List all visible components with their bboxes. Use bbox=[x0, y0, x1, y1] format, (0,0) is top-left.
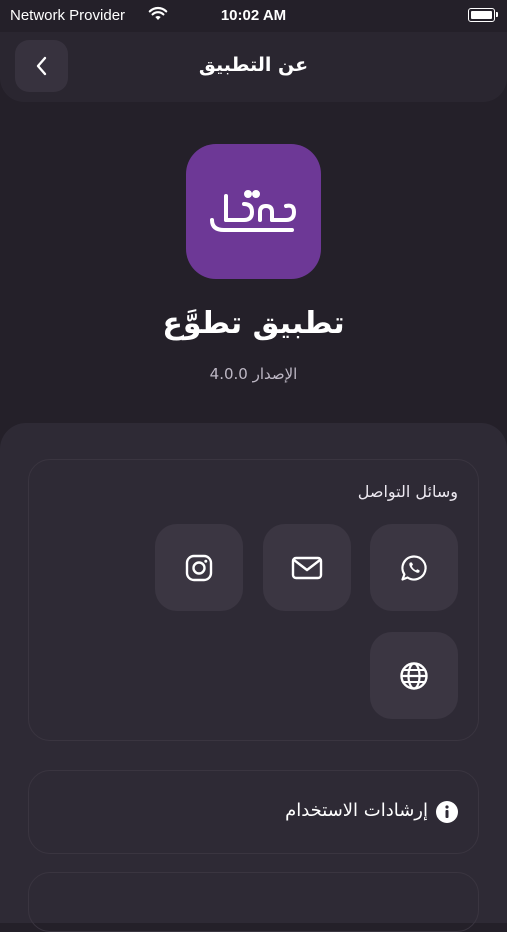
email-icon bbox=[291, 556, 323, 579]
app-name: تطبيق تطوَّع bbox=[162, 306, 345, 341]
usage-guide-label: إرشادات الاستخدام bbox=[285, 800, 428, 821]
battery-icon bbox=[468, 8, 498, 22]
email-button[interactable] bbox=[263, 524, 351, 611]
website-button[interactable] bbox=[370, 632, 458, 719]
app-version: الإصدار 4.0.0 bbox=[209, 365, 298, 383]
status-bar: Network Provider 10:02 AM bbox=[0, 0, 507, 32]
globe-icon bbox=[400, 661, 428, 690]
instagram-icon bbox=[185, 554, 213, 581]
page-title: عن التطبيق bbox=[198, 54, 309, 76]
whatsapp-button[interactable] bbox=[370, 524, 458, 611]
instagram-button[interactable] bbox=[155, 524, 243, 611]
info-icon bbox=[436, 801, 458, 823]
contact-title: وسائل التواصل bbox=[357, 482, 458, 501]
whatsapp-icon bbox=[401, 554, 427, 581]
top-header: عن التطبيق bbox=[0, 32, 507, 102]
app-logo bbox=[186, 144, 321, 279]
status-time: 10:02 AM bbox=[220, 7, 287, 24]
app-logo-mark bbox=[209, 189, 296, 232]
list-item[interactable] bbox=[28, 872, 479, 932]
